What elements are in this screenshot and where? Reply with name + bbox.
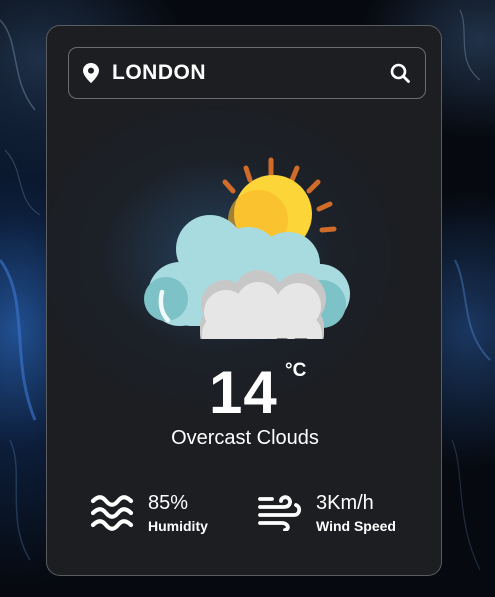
humidity-detail: 85% Humidity — [90, 490, 240, 538]
wind-icon — [258, 495, 302, 531]
temperature-value: 14 — [209, 359, 278, 426]
temperature-unit: °C — [285, 360, 307, 381]
search-icon[interactable] — [389, 62, 411, 84]
weather-card: 14 °C Overcast Clouds 85% Humidity 3Km/h… — [46, 25, 442, 576]
humidity-value: 85% — [148, 492, 189, 514]
humidity-label: Humidity — [148, 518, 208, 534]
wind-speed-value: 3Km/h — [316, 492, 374, 514]
wind-speed-label: Wind Speed — [316, 518, 396, 534]
humidity-waves-icon — [90, 495, 134, 531]
city-search-input[interactable] — [112, 58, 372, 88]
cloudy-sun-icon — [144, 157, 350, 339]
wind-detail: 3Km/h Wind Speed — [258, 490, 428, 538]
weather-description: Overcast Clouds — [171, 427, 319, 449]
search-box — [68, 47, 426, 99]
temperature-display: 14 °C — [47, 358, 441, 428]
location-pin-icon — [83, 63, 99, 83]
